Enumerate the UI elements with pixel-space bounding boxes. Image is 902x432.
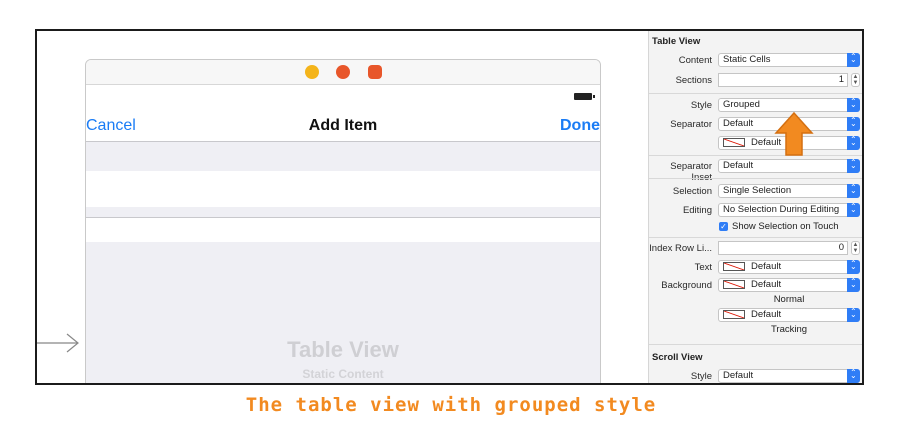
text-color-label: Text bbox=[694, 262, 712, 273]
tracking-value: Default bbox=[751, 309, 782, 320]
style-label: Style bbox=[690, 100, 712, 111]
table-cell[interactable] bbox=[86, 171, 600, 207]
screenshot-frame: Cancel Add Item Done Table View Static C… bbox=[35, 29, 864, 385]
popup-chevron-icon bbox=[847, 98, 860, 112]
normal-caption: Normal bbox=[773, 294, 805, 305]
battery-icon bbox=[574, 93, 595, 100]
selection-value: Single Selection bbox=[723, 185, 792, 196]
up-arrow-annotation-icon bbox=[774, 111, 814, 156]
editing-label: Editing bbox=[682, 205, 712, 216]
divider bbox=[649, 237, 862, 238]
sections-label: Sections bbox=[675, 75, 712, 86]
content-popup[interactable]: Static Cells bbox=[718, 53, 860, 67]
selection-popup[interactable]: Single Selection bbox=[718, 184, 860, 198]
selection-label: Selection bbox=[672, 186, 712, 197]
index-row-field[interactable]: 0 bbox=[718, 241, 848, 255]
table-view-placeholder[interactable]: Table View Static Content bbox=[86, 242, 600, 383]
color-swatch-icon bbox=[723, 137, 745, 147]
placeholder-title: Table View bbox=[287, 337, 399, 362]
style-value: Grouped bbox=[723, 99, 760, 110]
done-button[interactable]: Done bbox=[560, 117, 600, 135]
group-footer-gap bbox=[86, 207, 600, 218]
sections-stepper[interactable]: 1 ▲ ▼ bbox=[718, 73, 860, 87]
color-swatch-icon bbox=[723, 279, 745, 289]
show-selection-checkbox[interactable]: ✓ Show Selection on Touch bbox=[719, 221, 839, 232]
scroll-style-label: Style bbox=[690, 371, 712, 382]
attributes-inspector: Table View Content Static Cells Sections… bbox=[648, 31, 862, 383]
scroll-style-popup[interactable]: Default bbox=[718, 369, 860, 383]
scroll-view-section-title: Scroll View bbox=[652, 352, 703, 363]
exit-icon[interactable] bbox=[368, 65, 382, 79]
background-value: Default bbox=[751, 279, 782, 290]
divider bbox=[649, 344, 862, 345]
first-responder-icon[interactable] bbox=[336, 65, 350, 79]
placeholder-subtitle: Static Content bbox=[302, 367, 384, 381]
scroll-style-value: Default bbox=[723, 370, 754, 381]
separator-label: Separator bbox=[670, 119, 712, 130]
style-popup[interactable]: Grouped bbox=[718, 98, 860, 112]
popup-chevron-icon bbox=[847, 260, 860, 274]
table-view-section-title: Table View bbox=[652, 36, 701, 47]
popup-chevron-icon bbox=[847, 159, 860, 173]
color-swatch-icon bbox=[723, 261, 745, 271]
sections-field[interactable]: 1 bbox=[718, 73, 848, 87]
text-color-value: Default bbox=[751, 261, 782, 272]
show-selection-label: Show Selection on Touch bbox=[732, 221, 839, 232]
popup-chevron-icon bbox=[847, 136, 860, 150]
separator-inset-value: Default bbox=[723, 160, 754, 171]
tracking-color-popup[interactable]: Default bbox=[718, 308, 860, 322]
separator-inset-popup[interactable]: Default bbox=[718, 159, 860, 173]
entry-point-arrow-icon bbox=[37, 333, 79, 353]
navigation-bar: Cancel Add Item Done bbox=[86, 115, 600, 142]
separator-inset-label: Separator Inset bbox=[670, 161, 712, 183]
view-controller-scene[interactable]: Cancel Add Item Done Table View Static C… bbox=[85, 59, 601, 383]
popup-chevron-icon bbox=[847, 184, 860, 198]
color-swatch-icon bbox=[723, 309, 745, 319]
popup-chevron-icon bbox=[847, 53, 860, 67]
group-header-gap bbox=[86, 142, 600, 171]
scene-dock bbox=[86, 60, 600, 85]
divider bbox=[649, 155, 862, 156]
stepper-arrows-icon[interactable]: ▲ ▼ bbox=[851, 241, 860, 255]
index-row-stepper[interactable]: 0 ▲ ▼ bbox=[718, 241, 860, 255]
stepper-arrows-icon[interactable]: ▲ ▼ bbox=[851, 73, 860, 87]
checkmark-icon[interactable]: ✓ bbox=[719, 221, 728, 231]
view-controller-icon[interactable] bbox=[305, 65, 319, 79]
divider bbox=[649, 93, 862, 94]
index-row-label: Index Row Li... bbox=[649, 243, 712, 254]
content-label: Content bbox=[678, 55, 712, 66]
figure-caption: The table view with grouped style bbox=[245, 394, 657, 416]
nav-title: Add Item bbox=[308, 117, 378, 134]
background-popup[interactable]: Default bbox=[718, 278, 860, 292]
popup-chevron-icon bbox=[847, 117, 860, 131]
status-bar bbox=[86, 85, 600, 115]
text-color-popup[interactable]: Default bbox=[718, 260, 860, 274]
popup-chevron-icon bbox=[847, 369, 860, 383]
popup-chevron-icon bbox=[847, 203, 860, 217]
popup-chevron-icon bbox=[847, 308, 860, 322]
content-value: Static Cells bbox=[723, 54, 771, 65]
background-label: Background bbox=[661, 280, 712, 291]
editing-value: No Selection During Editing bbox=[723, 204, 840, 215]
separator-value: Default bbox=[723, 118, 754, 129]
storyboard-canvas: Cancel Add Item Done Table View Static C… bbox=[37, 31, 648, 383]
popup-chevron-icon bbox=[847, 278, 860, 292]
divider bbox=[649, 178, 862, 179]
editing-popup[interactable]: No Selection During Editing bbox=[718, 203, 860, 217]
tracking-caption: Tracking bbox=[770, 324, 808, 335]
